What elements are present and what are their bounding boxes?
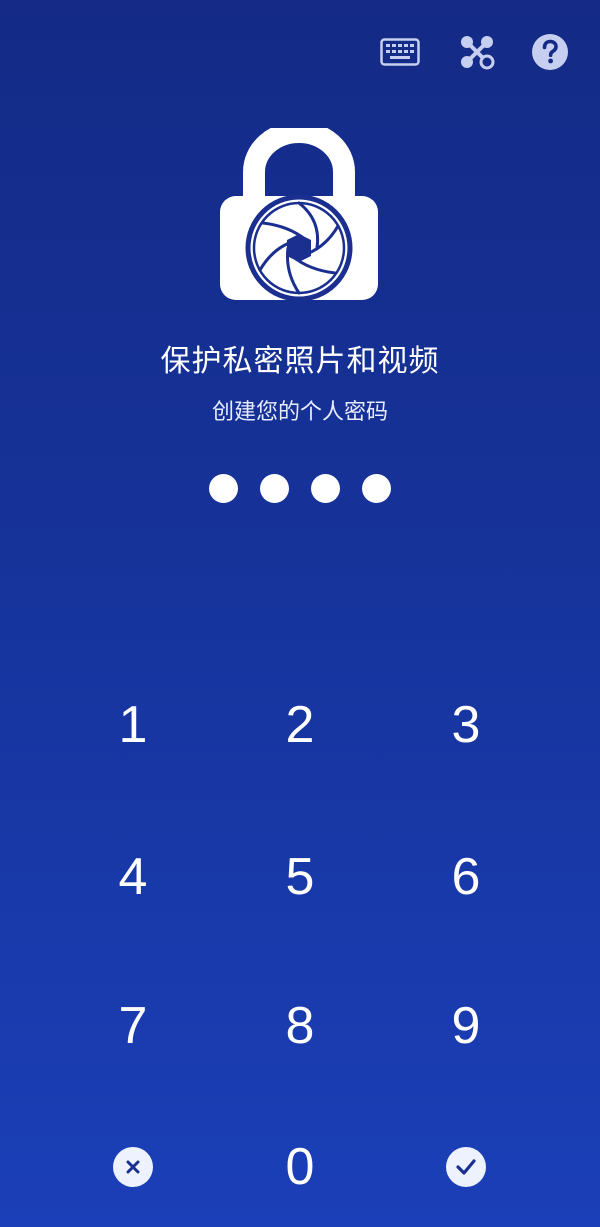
help-icon xyxy=(532,34,568,70)
key-8[interactable]: 8 xyxy=(240,966,360,1086)
help-button[interactable] xyxy=(528,30,572,74)
lock-shutter-icon xyxy=(220,128,378,300)
checkmark-icon xyxy=(446,1147,486,1187)
pin-indicator xyxy=(0,474,600,503)
key-5[interactable]: 5 xyxy=(240,817,360,937)
keyboard-button[interactable] xyxy=(378,30,422,74)
clear-button[interactable] xyxy=(73,1107,193,1227)
confirm-button[interactable] xyxy=(406,1107,526,1227)
page-subtitle: 创建您的个人密码 xyxy=(211,400,388,425)
pin-dot xyxy=(362,474,391,503)
key-7[interactable]: 7 xyxy=(73,966,193,1086)
keyboard-icon xyxy=(380,38,420,66)
pin-dot xyxy=(311,474,340,503)
pin-dot xyxy=(209,474,238,503)
pattern-lock-button[interactable] xyxy=(455,30,499,74)
pattern-lock-icon xyxy=(461,36,495,70)
clear-icon xyxy=(113,1147,153,1187)
key-0[interactable]: 0 xyxy=(240,1107,360,1227)
key-1[interactable]: 1 xyxy=(73,665,193,785)
key-3[interactable]: 3 xyxy=(406,665,526,785)
passcode-setup-screen: 保护私密照片和视频 创建您的个人密码 1 2 3 4 5 6 7 8 9 0 xyxy=(0,0,600,1227)
key-9[interactable]: 9 xyxy=(406,966,526,1086)
key-4[interactable]: 4 xyxy=(73,817,193,937)
pin-dot xyxy=(260,474,289,503)
key-6[interactable]: 6 xyxy=(406,817,526,937)
page-title: 保护私密照片和视频 xyxy=(160,344,440,379)
key-2[interactable]: 2 xyxy=(240,665,360,785)
